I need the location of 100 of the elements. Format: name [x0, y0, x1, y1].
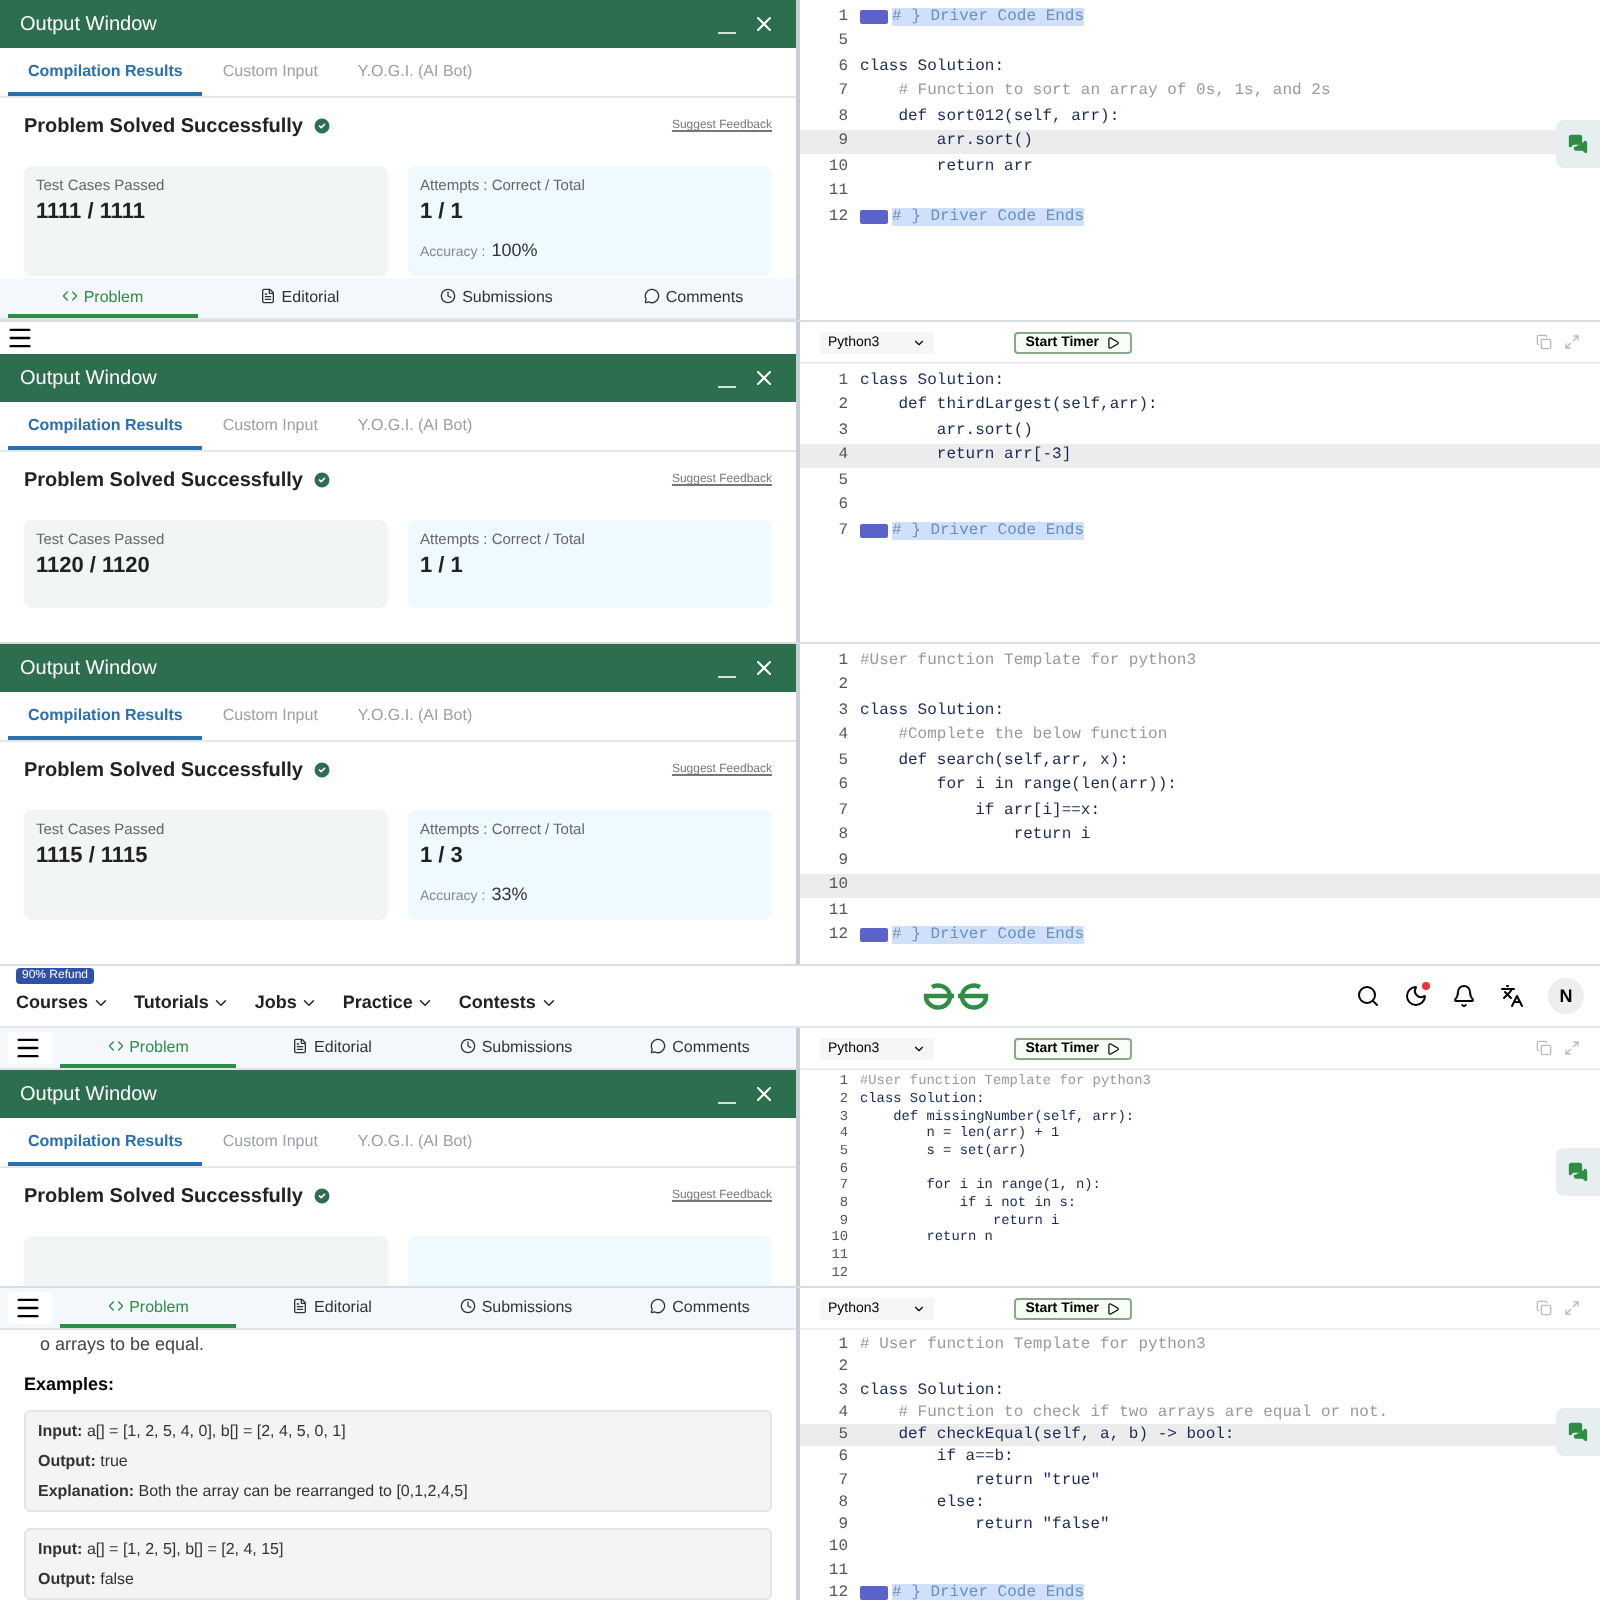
code-line: else: [934, 1493, 985, 1512]
code-line: return "true" [973, 1471, 1101, 1490]
line-number: 11 [826, 182, 850, 201]
speech-bubble-icon [650, 1298, 667, 1314]
problem-tab[interactable]: Comments [612, 1288, 788, 1328]
line-number: 2 [836, 1358, 850, 1377]
line-number: 4 [836, 446, 850, 465]
bell-icon[interactable] [1452, 984, 1477, 1008]
translate-icon[interactable] [1500, 984, 1525, 1008]
user-avatar[interactable]: N [1548, 978, 1585, 1014]
moon-icon[interactable] [1404, 984, 1429, 1008]
problem-tab[interactable]: Editorial [244, 1288, 420, 1328]
minimize-icon[interactable] [718, 1101, 736, 1103]
code-line: arr.sort() [934, 132, 1033, 151]
notification-dot [1422, 982, 1431, 990]
minimize-icon[interactable] [718, 385, 736, 387]
line-number: 6 [836, 776, 850, 795]
line-number: 5 [836, 32, 850, 51]
problem-tab[interactable]: Problem [60, 1288, 236, 1328]
code-line: return "false" [973, 1516, 1110, 1535]
nav-menu[interactable]: Jobs [254, 992, 319, 1012]
document-icon [259, 288, 276, 304]
line-number: 9 [836, 851, 850, 870]
example-line: Output: true [38, 1452, 130, 1470]
code-line: return arr[-3] [934, 446, 1072, 465]
menu-button[interactable] [8, 1032, 52, 1064]
code-line: def checkEqual(self, a, b) -> bool: [896, 1426, 1235, 1445]
line-number: 11 [826, 1561, 850, 1580]
line-number: 5 [836, 471, 850, 490]
window-title: Output Window [20, 657, 159, 679]
line-number: 10 [826, 1538, 850, 1557]
clock-icon [459, 1298, 476, 1314]
menu-button[interactable] [8, 1292, 52, 1324]
window-title: Output Window [20, 1083, 159, 1105]
chevron-icon [911, 1301, 926, 1315]
code-line: class Solution: [860, 371, 1005, 390]
problem-tab[interactable]: Comments [612, 1028, 788, 1068]
result-heading: Problem Solved Successfully [24, 1185, 303, 1207]
search-icon[interactable] [1356, 984, 1381, 1008]
line-number: 7 [836, 521, 850, 540]
menu-icon [14, 1294, 42, 1322]
close-icon[interactable] [752, 12, 776, 36]
code-line: class Solution: [860, 1381, 1005, 1400]
output-tab[interactable]: Compilation Results [8, 402, 203, 450]
problem-tab[interactable]: Submissions [402, 278, 591, 318]
speech-bubble-icon [650, 1038, 667, 1054]
output-tab[interactable]: Compilation Results [8, 692, 203, 740]
line-number: 7 [836, 1471, 850, 1490]
close-icon[interactable] [752, 366, 776, 390]
problem-tab[interactable]: Editorial [244, 1028, 420, 1068]
code-line: def thirdLargest(self,arr): [896, 396, 1158, 415]
problem-tab[interactable]: Editorial [205, 278, 394, 318]
card-value: 1 / 3 [420, 844, 465, 868]
nav-menu[interactable]: Courses [16, 992, 111, 1012]
check-icon [311, 1186, 331, 1206]
example-line: Output: false [38, 1570, 136, 1588]
chat-icon [1568, 1420, 1588, 1444]
line-number: 6 [836, 1448, 850, 1467]
line-number: 12 [826, 207, 850, 226]
code-line: #User function Template for python3 [860, 651, 1197, 670]
output-tab[interactable]: Compilation Results [8, 48, 203, 96]
line-number: 8 [836, 1493, 850, 1512]
card-value: 1 / 1 [420, 200, 465, 224]
problem-tab[interactable]: Submissions [428, 1028, 604, 1068]
window-title: Output Window [20, 13, 159, 35]
minimize-icon[interactable] [718, 675, 736, 677]
close-icon[interactable] [752, 1082, 776, 1106]
line-number: 7 [836, 82, 850, 101]
nav-menu[interactable]: Tutorials [134, 992, 231, 1012]
document-icon [292, 1298, 309, 1314]
problem-tab[interactable]: Submissions [428, 1288, 604, 1328]
code-line: if arr[i]==x: [973, 801, 1101, 820]
chat-icon [1568, 132, 1588, 156]
line-number: 7 [836, 801, 850, 820]
line-number: 11 [826, 901, 850, 920]
code-line: return i [1011, 826, 1091, 845]
chat-icon [1568, 1160, 1588, 1184]
problem-tab[interactable]: Comments [599, 278, 788, 318]
line-number: 8 [836, 107, 850, 126]
line-number: 10 [826, 876, 850, 895]
code-icon [107, 1038, 124, 1054]
problem-tab[interactable]: Problem [8, 278, 197, 318]
document-icon [292, 1038, 309, 1054]
fold-icon [860, 523, 888, 538]
nav-menu[interactable]: Contests [458, 992, 558, 1012]
logo-icon[interactable] [922, 982, 991, 1010]
example-line: Input: a[] = [1, 2, 5], b[] = [2, 4, 15] [38, 1540, 286, 1558]
line-number: 8 [836, 826, 850, 845]
nav-menu[interactable]: Practice [342, 992, 435, 1012]
chat-button[interactable] [1556, 1148, 1600, 1196]
line-number: 12 [826, 926, 850, 945]
code-line: # Function to check if two arrays are equal or not. [896, 1403, 1389, 1422]
chat-button[interactable] [1556, 1408, 1600, 1456]
problem-text: o arrays to be equal. [38, 1332, 207, 1358]
code-line: def search(self,arr, x): [896, 751, 1129, 770]
output-tab[interactable]: Compilation Results [8, 1118, 203, 1166]
line-number: 4 [836, 726, 850, 745]
minimize-icon[interactable] [718, 31, 736, 33]
close-icon[interactable] [752, 656, 776, 680]
chat-button[interactable] [1556, 120, 1600, 168]
